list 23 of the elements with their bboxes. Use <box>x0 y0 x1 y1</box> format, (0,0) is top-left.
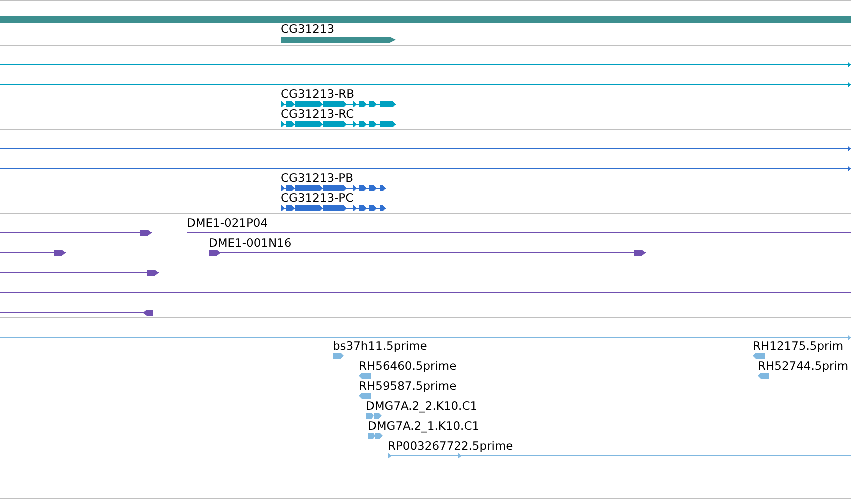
feature-label: DMG7A.2_1.K10.C1 <box>368 420 480 433</box>
feature-label: RH52744.5prim <box>758 360 849 373</box>
feature-label: DME1-001N16 <box>209 237 292 250</box>
track-line <box>0 249 66 257</box>
alignment-glyph <box>333 353 344 359</box>
feature-label: RH56460.5prime <box>359 360 457 373</box>
feature-label: RH59587.5prime <box>359 380 457 393</box>
alignment-glyph <box>758 373 769 379</box>
feature-label: RH12175.5prim <box>753 340 844 353</box>
feature-label: CG31213-RC <box>281 108 354 121</box>
alignment-glyph <box>368 433 383 439</box>
feature-label: CG31213-PB <box>281 172 354 185</box>
alignment-glyph <box>359 373 371 379</box>
feature-label: CG31213-PC <box>281 192 354 205</box>
feature-label: DMG7A.2_2.K10.C1 <box>366 400 478 413</box>
feature-label: CG31213-RB <box>281 88 355 101</box>
alignment-glyph <box>753 353 765 359</box>
feature-label: bs37h11.5prime <box>333 340 428 353</box>
alignment-glyph <box>359 393 371 399</box>
feature-label: CG31213 <box>281 23 335 36</box>
feature-label: RP003267722.5prime <box>388 440 514 453</box>
feature-label: DME1-021P04 <box>187 217 268 230</box>
alignment-glyph <box>366 413 382 419</box>
